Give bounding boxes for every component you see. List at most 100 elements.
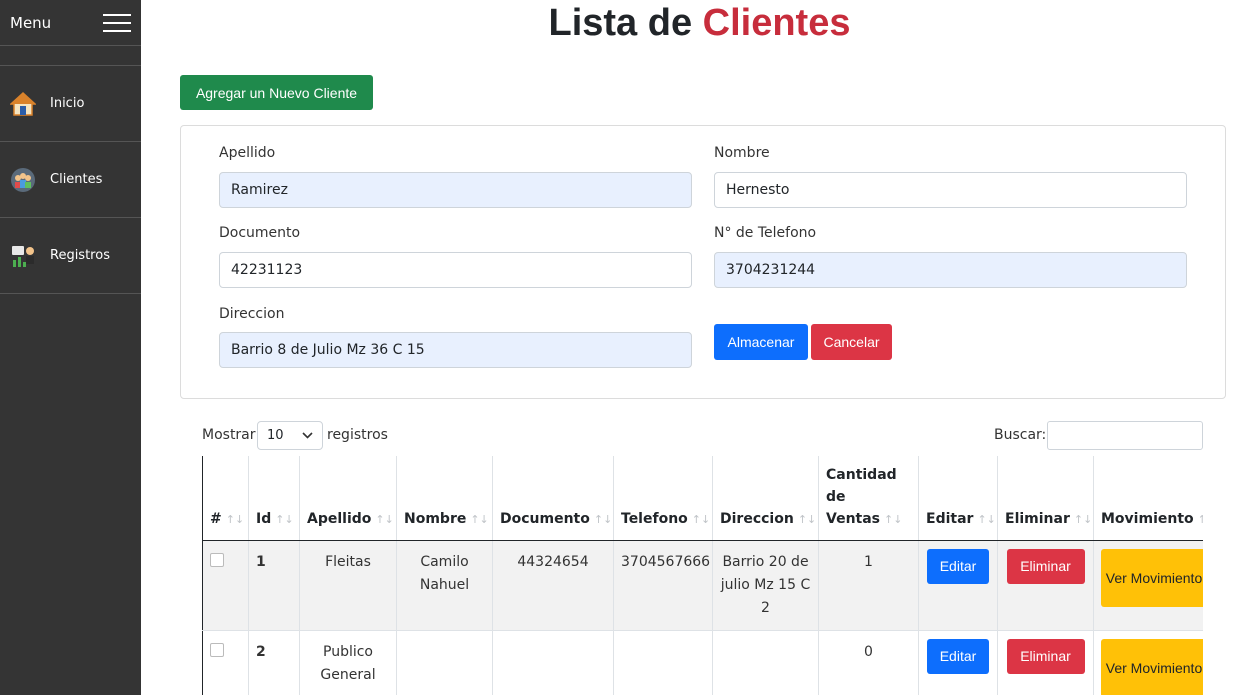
cantidad-cell: 1 [818, 540, 919, 631]
main-content: Lista de Clientes Agregar un Nuevo Clien… [141, 0, 1258, 695]
table-header-row: # ↑↓ Id ↑↓ Apellido ↑↓ Nombre ↑↓ Documento ↑↓… [202, 456, 1203, 541]
move-cell: Ver Movimiento [1093, 630, 1203, 695]
col-header-label: Direccion [720, 510, 794, 527]
clients-table: # ↑↓ Id ↑↓ Apellido ↑↓ Nombre ↑↓ Documento ↑↓… [202, 456, 1203, 695]
apellido-label: Apellido [219, 145, 276, 161]
add-client-button[interactable]: Agregar un Nuevo Cliente [180, 75, 373, 110]
direccion-field[interactable]: Barrio 8 de Julio Mz 36 C 15 [219, 332, 692, 368]
direccion-cell: Barrio 20 de julio Mz 15 C 2 [712, 540, 819, 631]
sidebar-item-registros[interactable]: Registros [0, 218, 141, 294]
col-header-label: Nombre [404, 510, 467, 527]
delete-button[interactable]: Eliminar [1006, 548, 1085, 584]
sort-icon: ↑↓ [593, 512, 613, 526]
col-header-label: Movimiento [1101, 510, 1194, 527]
view-movement-button[interactable]: Ver Movimiento [1101, 548, 1203, 607]
direccion-label: Direccion [219, 306, 285, 322]
save-button[interactable]: Almacenar [714, 324, 808, 360]
home-icon [10, 91, 36, 117]
sidebar-item-inicio[interactable]: Inicio [0, 66, 141, 142]
apellido-field[interactable]: Ramirez [219, 172, 692, 208]
sort-icon: ↑↓ [375, 512, 394, 526]
delete-button[interactable]: Eliminar [1006, 638, 1085, 674]
row-checkbox[interactable] [210, 552, 224, 567]
col-header-label: # [210, 510, 222, 527]
sort-icon: ↑↓ [797, 512, 817, 526]
col-header-id[interactable]: Id ↑↓ [248, 456, 300, 541]
sort-icon: ↑↓ [1073, 512, 1093, 526]
page-title: Lista de Clientes [141, 2, 1258, 45]
edit-button[interactable]: Editar [927, 548, 989, 584]
direccion-cell [712, 630, 819, 695]
sort-icon: ↑↓ [225, 512, 245, 526]
records-label: registros [327, 427, 388, 443]
search-input[interactable] [1047, 421, 1203, 450]
delete-cell: Eliminar [997, 630, 1094, 695]
id-cell: 2 [248, 630, 300, 695]
col-header-label: Editar [926, 510, 974, 527]
edit-button[interactable]: Editar [927, 638, 989, 674]
cancel-button[interactable]: Cancelar [811, 324, 892, 360]
page-title-main: Lista de [548, 2, 703, 44]
telefono-field[interactable]: 3704231244 [714, 252, 1187, 288]
col-header-num[interactable]: # ↑↓ [202, 456, 249, 541]
telefono-cell: 3704567666 [613, 540, 713, 631]
documento-cell: 44324654 [492, 540, 614, 631]
row-select-cell [202, 630, 249, 695]
page-length-select[interactable]: 10 [257, 421, 323, 450]
col-header-apellido[interactable]: Apellido ↑↓ [299, 456, 397, 541]
nombre-field[interactable]: Hernesto [714, 172, 1187, 208]
sidebar-item-clientes[interactable]: Clientes [0, 142, 141, 218]
col-header-movimiento[interactable]: Movimiento↑↓ [1093, 456, 1203, 541]
col-header-nombre[interactable]: Nombre ↑↓ [396, 456, 493, 541]
id-cell: 1 [248, 540, 300, 631]
col-header-editar[interactable]: Editar ↑↓ [918, 456, 998, 541]
col-header-label: Eliminar [1005, 510, 1070, 527]
show-label: Mostrar [202, 427, 256, 443]
table-row: 1 Fleitas Camilo Nahuel 44324654 3704567… [202, 540, 1203, 631]
documento-cell [492, 630, 614, 695]
cantidad-cell: 0 [818, 630, 919, 695]
sort-icon: ↑↓ [470, 512, 489, 526]
sidebar-spacer [0, 46, 141, 66]
edit-cell: Editar [918, 540, 998, 631]
sort-icon: ↑↓ [275, 512, 294, 526]
sidebar-item-label: Clientes [50, 172, 103, 187]
edit-cell: Editar [918, 630, 998, 695]
move-cell: Ver Movimiento [1093, 540, 1203, 631]
sort-icon: ↑↓ [691, 512, 711, 526]
sidebar: Menu Inicio Clientes Registros [0, 0, 141, 695]
page-length-value: 10 [267, 428, 284, 443]
col-header-label: Id [256, 510, 272, 527]
clients-icon [10, 167, 36, 193]
nombre-cell [396, 630, 493, 695]
row-select-cell [202, 540, 249, 631]
records-icon [10, 243, 36, 269]
col-header-cantidad[interactable]: Cantidad de Ventas ↑↓ [818, 456, 919, 541]
documento-field[interactable]: 42231123 [219, 252, 692, 288]
nombre-cell: Camilo Nahuel [396, 540, 493, 631]
col-header-direccion[interactable]: Direccion ↑↓ [712, 456, 819, 541]
sidebar-header: Menu [0, 0, 141, 46]
sort-icon: ↑↓ [977, 512, 996, 526]
sort-icon: ↑↓ [1197, 512, 1203, 526]
client-form: Apellido Ramirez Nombre Hernesto Documen… [180, 125, 1226, 399]
documento-label: Documento [219, 225, 301, 241]
search-label: Buscar: [994, 427, 1047, 443]
telefono-cell [613, 630, 713, 695]
row-checkbox[interactable] [210, 642, 224, 657]
col-header-label: Apellido [307, 510, 372, 527]
apellido-cell: Fleitas [299, 540, 397, 631]
chevron-down-icon [302, 432, 313, 439]
table-row: 2 Publico General 0 Editar Eliminar Ver … [202, 630, 1203, 695]
sidebar-item-label: Registros [50, 248, 110, 263]
telefono-label: N° de Telefono [714, 225, 817, 241]
col-header-eliminar[interactable]: Eliminar ↑↓ [997, 456, 1094, 541]
col-header-documento[interactable]: Documento ↑↓ [492, 456, 614, 541]
nombre-label: Nombre [714, 145, 770, 161]
col-header-telefono[interactable]: Telefono ↑↓ [613, 456, 713, 541]
sort-icon: ↑↓ [884, 512, 903, 526]
apellido-cell: Publico General [299, 630, 397, 695]
view-movement-button[interactable]: Ver Movimiento [1101, 638, 1203, 695]
delete-cell: Eliminar [997, 540, 1094, 631]
hamburger-menu-icon[interactable] [103, 13, 131, 32]
